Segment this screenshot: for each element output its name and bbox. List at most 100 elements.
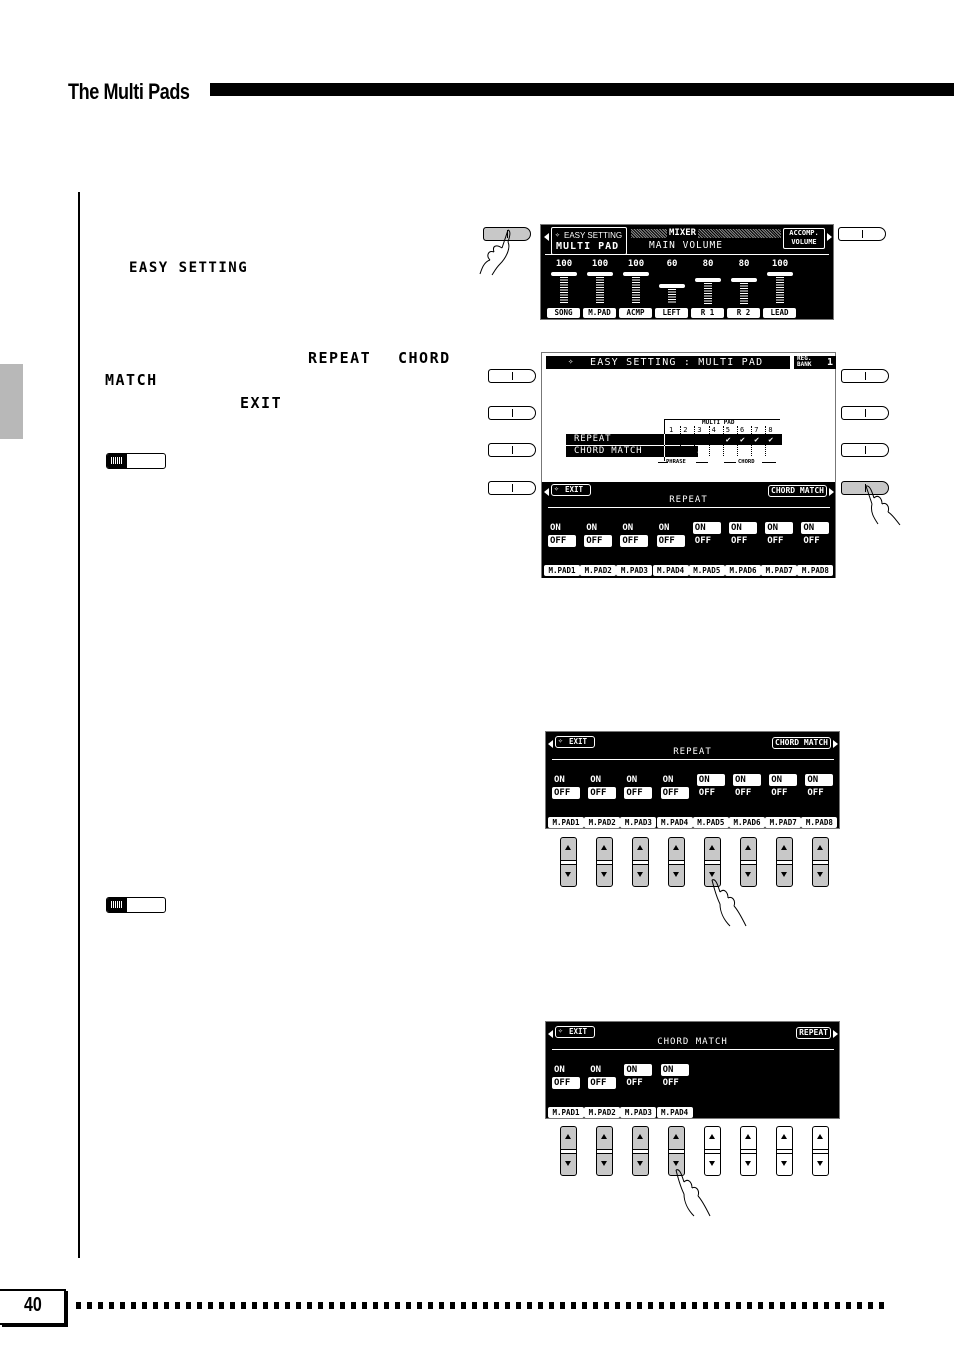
on-option[interactable]: ON bbox=[584, 522, 612, 534]
on-option[interactable]: ON bbox=[696, 774, 725, 786]
panel-button-right-2[interactable] bbox=[841, 406, 889, 420]
off-option[interactable]: OFF bbox=[624, 787, 653, 799]
off-option[interactable]: OFF bbox=[552, 1077, 580, 1089]
rocker-button[interactable] bbox=[812, 837, 829, 887]
on-option[interactable]: ON bbox=[552, 1064, 580, 1076]
pad-label[interactable]: M.PAD3 bbox=[620, 1107, 657, 1118]
rocker-button[interactable] bbox=[560, 1126, 577, 1176]
pad-label[interactable]: M.PAD5 bbox=[692, 817, 729, 828]
on-option[interactable]: ON bbox=[661, 774, 689, 786]
up-arrow-icon[interactable] bbox=[565, 1134, 571, 1139]
off-option[interactable]: OFF bbox=[733, 787, 761, 799]
easy-setting-tab[interactable]: ✧ EASY SETTING MULTI PAD bbox=[551, 227, 627, 255]
down-arrow-icon[interactable] bbox=[601, 1161, 607, 1166]
pad-label[interactable]: M.PAD8 bbox=[797, 565, 834, 576]
off-option[interactable]: OFF bbox=[588, 787, 617, 799]
pad-label[interactable]: M.PAD3 bbox=[616, 565, 653, 576]
up-arrow-icon[interactable] bbox=[781, 1134, 787, 1139]
rocker-button[interactable] bbox=[740, 1126, 757, 1176]
rocker-button[interactable] bbox=[560, 837, 577, 887]
pad-label[interactable]: M.PAD4 bbox=[652, 565, 689, 576]
off-option[interactable]: OFF bbox=[660, 787, 689, 799]
panel-button-left-3[interactable] bbox=[488, 443, 536, 457]
on-option[interactable]: ON bbox=[692, 522, 721, 534]
on-option[interactable]: ON bbox=[801, 522, 830, 534]
rocker-button[interactable] bbox=[632, 837, 649, 887]
off-option[interactable]: OFF bbox=[552, 787, 580, 799]
on-option[interactable]: ON bbox=[624, 774, 652, 786]
off-option[interactable]: OFF bbox=[805, 787, 833, 799]
off-option[interactable]: OFF bbox=[584, 535, 613, 547]
off-option[interactable]: OFF bbox=[620, 535, 649, 547]
rocker-button[interactable] bbox=[668, 837, 685, 887]
down-arrow-icon[interactable] bbox=[817, 872, 823, 877]
off-option[interactable]: OFF bbox=[624, 1077, 652, 1089]
panel-button-left-2[interactable] bbox=[488, 406, 536, 420]
pad-label[interactable]: M.PAD7 bbox=[761, 565, 798, 576]
rocker-button[interactable] bbox=[776, 837, 793, 887]
up-arrow-icon[interactable] bbox=[745, 1134, 751, 1139]
pad-label[interactable]: M.PAD2 bbox=[580, 565, 617, 576]
up-arrow-icon[interactable] bbox=[565, 845, 571, 850]
down-arrow-icon[interactable] bbox=[781, 872, 787, 877]
on-option[interactable]: ON bbox=[733, 774, 761, 786]
channel-label[interactable]: SONG bbox=[547, 308, 580, 318]
panel-button-right[interactable] bbox=[838, 227, 886, 241]
fader-cap[interactable] bbox=[551, 272, 577, 276]
channel-label[interactable]: LEFT bbox=[655, 308, 688, 318]
fader-cap[interactable] bbox=[587, 272, 613, 276]
panel-button-left-1[interactable] bbox=[488, 369, 536, 383]
off-option[interactable]: OFF bbox=[693, 535, 721, 547]
on-option[interactable]: ON bbox=[769, 774, 798, 786]
check-icon[interactable]: ✔ bbox=[768, 434, 773, 445]
on-option[interactable]: ON bbox=[548, 522, 576, 534]
down-arrow-icon[interactable] bbox=[673, 1161, 679, 1166]
off-option[interactable]: OFF bbox=[697, 787, 725, 799]
rocker-button[interactable] bbox=[596, 837, 613, 887]
up-arrow-icon[interactable] bbox=[673, 1134, 679, 1139]
down-arrow-icon[interactable] bbox=[781, 1161, 787, 1166]
channel-label[interactable]: R 1 bbox=[691, 308, 724, 318]
up-arrow-icon[interactable] bbox=[673, 845, 679, 850]
up-arrow-icon[interactable] bbox=[817, 1134, 823, 1139]
off-option[interactable]: OFF bbox=[769, 787, 797, 799]
check-icon[interactable]: ✔ bbox=[726, 434, 731, 445]
off-option[interactable]: OFF bbox=[548, 535, 576, 547]
down-arrow-icon[interactable] bbox=[673, 872, 679, 877]
on-option[interactable]: ON bbox=[552, 774, 580, 786]
on-option[interactable]: ON bbox=[620, 522, 648, 534]
off-option[interactable]: OFF bbox=[765, 535, 793, 547]
rocker-button[interactable] bbox=[812, 1126, 829, 1176]
down-arrow-icon[interactable] bbox=[817, 1161, 823, 1166]
up-arrow-icon[interactable] bbox=[781, 845, 787, 850]
off-option[interactable]: OFF bbox=[729, 535, 757, 547]
pad-label[interactable]: M.PAD6 bbox=[725, 565, 761, 576]
up-arrow-icon[interactable] bbox=[637, 1134, 643, 1139]
panel-button-right-1[interactable] bbox=[841, 369, 889, 383]
up-arrow-icon[interactable] bbox=[601, 845, 607, 850]
pad-label[interactable]: M.PAD2 bbox=[584, 1107, 621, 1118]
fader-cap[interactable] bbox=[623, 272, 649, 276]
on-option[interactable]: ON bbox=[765, 522, 794, 534]
on-option[interactable]: ON bbox=[660, 1064, 689, 1076]
up-arrow-icon[interactable] bbox=[601, 1134, 607, 1139]
down-arrow-icon[interactable] bbox=[745, 1161, 751, 1166]
on-option[interactable]: ON bbox=[588, 1064, 616, 1076]
down-arrow-icon[interactable] bbox=[709, 1161, 715, 1166]
up-arrow-icon[interactable] bbox=[745, 845, 751, 850]
check-icon[interactable]: ✔ bbox=[712, 446, 717, 457]
pad-label[interactable]: M.PAD1 bbox=[548, 817, 584, 828]
rocker-button[interactable] bbox=[632, 1126, 649, 1176]
down-arrow-icon[interactable] bbox=[709, 872, 715, 877]
pad-label[interactable]: M.PAD3 bbox=[620, 817, 657, 828]
on-option[interactable]: ON bbox=[805, 774, 834, 786]
pad-label[interactable]: M.PAD5 bbox=[688, 565, 725, 576]
fader-cap[interactable] bbox=[659, 284, 685, 289]
off-option[interactable]: OFF bbox=[656, 535, 685, 547]
down-arrow-icon[interactable] bbox=[637, 1161, 643, 1166]
fader-cap[interactable] bbox=[767, 272, 793, 276]
on-option[interactable]: ON bbox=[624, 1064, 653, 1076]
up-arrow-icon[interactable] bbox=[709, 845, 715, 850]
pad-label[interactable]: M.PAD1 bbox=[544, 565, 580, 576]
down-arrow-icon[interactable] bbox=[565, 872, 571, 877]
